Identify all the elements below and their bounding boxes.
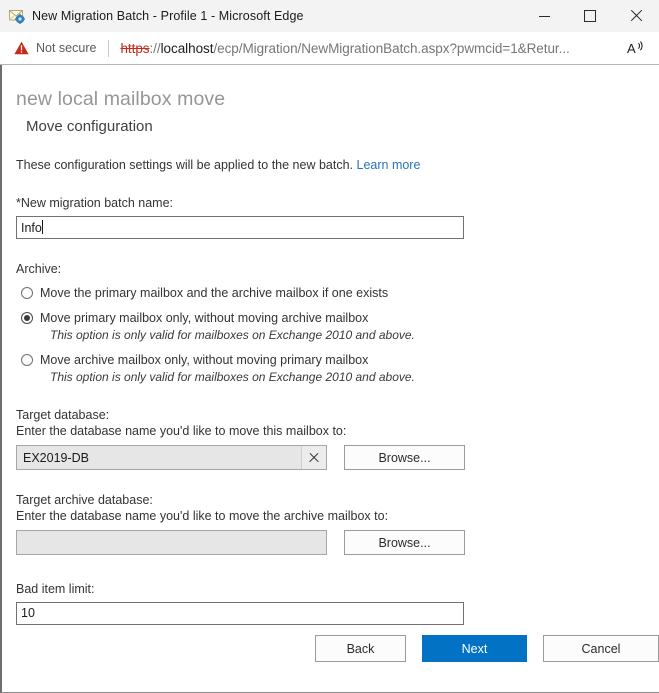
target-database-group: Target database: Enter the database name… [16, 407, 659, 470]
radio-label: Move archive mailbox only, without movin… [40, 352, 415, 385]
window-title: New Migration Batch - Profile 1 - Micros… [32, 9, 304, 23]
radio-label-text: Move primary mailbox only, without movin… [40, 311, 369, 325]
batch-name-value: Info [21, 221, 42, 235]
target-database-input[interactable]: EX2019-DB [16, 445, 327, 470]
minimize-icon [538, 15, 550, 17]
maximize-button[interactable] [567, 0, 613, 32]
page-subtitle: Move configuration [26, 118, 153, 135]
window-titlebar: New Migration Batch - Profile 1 - Micros… [0, 0, 659, 32]
target-database-hint: Enter the database name you'd like to mo… [16, 424, 347, 438]
address-bar[interactable]: Not secure https://localhost/ecp/Migrati… [0, 32, 659, 65]
page-description: These configuration settings will be app… [16, 157, 659, 173]
target-archive-database-row: Browse... [16, 530, 659, 555]
batch-name-group: *New migration batch name: Info [16, 195, 659, 239]
close-icon [630, 10, 642, 22]
target-database-row: EX2019-DB Browse... [16, 445, 659, 470]
read-aloud-icon[interactable]: A [624, 36, 650, 60]
radio-note: This option is only valid for mailboxes … [50, 328, 415, 342]
archive-group: Archive: Move the primary mailbox and th… [16, 261, 659, 385]
bad-item-limit-input[interactable]: 10 [16, 602, 464, 625]
archive-radio-group: Move the primary mailbox and the archive… [16, 285, 659, 385]
maximize-icon [584, 10, 596, 22]
radio-label: Move the primary mailbox and the archive… [40, 286, 389, 300]
radio-option-move-both[interactable]: Move the primary mailbox and the archive… [16, 285, 659, 301]
target-archive-database-group: Target archive database: Enter the datab… [16, 492, 659, 555]
url-separator: :// [149, 40, 161, 56]
cancel-button[interactable]: Cancel [543, 635, 659, 662]
next-button[interactable]: Next [422, 635, 527, 662]
close-window-button[interactable] [613, 0, 659, 32]
text-caret [41, 220, 43, 234]
radio-option-primary-only[interactable]: Move primary mailbox only, without movin… [16, 310, 659, 343]
radio-icon[interactable] [21, 287, 33, 299]
radio-label-text: Move archive mailbox only, without movin… [40, 353, 369, 367]
radio-option-archive-only[interactable]: Move archive mailbox only, without movin… [16, 352, 659, 385]
bad-item-limit-group: Bad item limit: 10 [16, 581, 659, 625]
description-text: These configuration settings will be app… [16, 158, 354, 172]
target-archive-database-label: Target archive database: [16, 493, 153, 507]
batch-name-label: *New migration batch name: [16, 196, 174, 210]
svg-text:A: A [627, 41, 636, 56]
radio-icon[interactable] [21, 354, 33, 366]
browse-target-archive-database-button[interactable]: Browse... [344, 530, 465, 555]
radio-icon-selected[interactable] [21, 312, 33, 324]
browse-target-database-button[interactable]: Browse... [344, 445, 465, 470]
bad-item-limit-label: Bad item limit: [16, 582, 95, 596]
url-text[interactable]: https://localhost/ecp/Migration/NewMigra… [120, 41, 569, 56]
page-title: new local mailbox move [16, 88, 226, 110]
target-database-label: Target database: [16, 408, 110, 422]
url-scheme: https [120, 40, 150, 56]
learn-more-link[interactable]: Learn more [357, 158, 421, 172]
not-secure-label[interactable]: Not secure [36, 41, 96, 55]
warning-triangle-icon [14, 41, 29, 55]
archive-label: Archive: [16, 262, 62, 276]
url-path: /ecp/Migration/NewMigrationBatch.aspx?pw… [213, 40, 570, 56]
radio-note: This option is only valid for mailboxes … [50, 370, 415, 384]
exchange-mail-icon [9, 8, 26, 25]
url-host: localhost [160, 40, 214, 56]
target-database-value: EX2019-DB [23, 450, 90, 465]
ecp-wizard-content: new local mailbox move Move configuratio… [2, 65, 659, 625]
wizard-footer-buttons: Back Next Cancel [315, 635, 659, 662]
window-controls [521, 0, 659, 32]
address-divider [108, 39, 110, 57]
minimize-button[interactable] [521, 0, 567, 32]
x-glyph [309, 453, 319, 463]
back-button[interactable]: Back [315, 635, 406, 662]
clear-x-icon[interactable] [301, 446, 326, 469]
radio-label: Move primary mailbox only, without movin… [40, 310, 415, 343]
browser-page: new local mailbox move Move configuratio… [0, 65, 659, 693]
target-archive-database-hint: Enter the database name you'd like to mo… [16, 509, 389, 523]
bad-item-limit-value: 10 [21, 606, 35, 620]
target-archive-database-input[interactable] [16, 530, 327, 555]
batch-name-input[interactable]: Info [16, 216, 464, 239]
